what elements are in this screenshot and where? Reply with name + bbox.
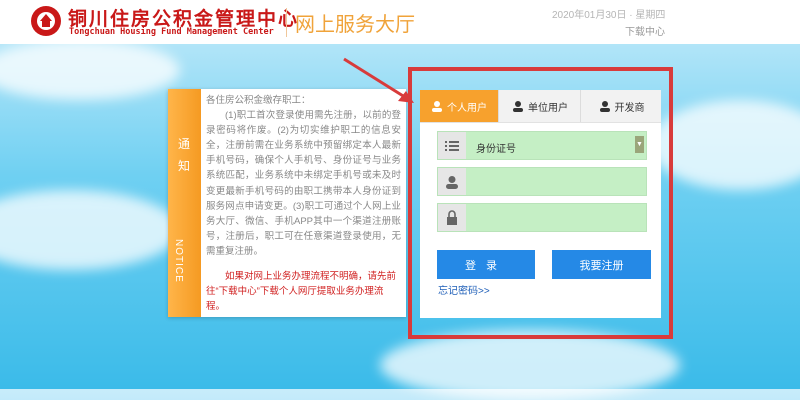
password-input[interactable]	[472, 206, 646, 230]
background-cloud	[0, 190, 180, 270]
background-cloud	[0, 40, 180, 100]
tab-label: 单位用户	[528, 102, 568, 114]
site-header: 铜川住房公积金管理中心 Tongchuan Housing Fund Manag…	[0, 0, 800, 44]
user-type-tabs: 个人用户 单位用户 开发商	[420, 90, 661, 123]
download-center-link[interactable]: 下载中心	[625, 23, 665, 38]
notice-warning: 如果对网上业务办理流程不明确，请先前往“下载中心”下载个人网厅提取业务办理流程。	[206, 271, 397, 312]
login-button[interactable]: 登录	[437, 250, 535, 279]
person-icon	[512, 100, 524, 112]
brand-name-english: Tongchuan Housing Fund Management Center	[69, 27, 274, 37]
id-type-selected: 身份证号	[476, 144, 516, 155]
notice-body: (1)职工首次登录使用需先注册，以前的登录密码将作废。(2)为切实维护职工的信息…	[206, 110, 401, 257]
notice-side-title-english: NOTICE	[173, 239, 184, 283]
login-panel: 个人用户 单位用户 开发商 身份证号 ▼ 登录 我要注册 忘记密码>>	[420, 90, 661, 318]
chevron-down-icon: ▼	[635, 136, 644, 153]
id-type-select[interactable]: 身份证号 ▼	[437, 131, 647, 160]
user-icon	[438, 168, 466, 195]
lock-icon	[438, 204, 466, 231]
password-field[interactable]	[437, 203, 647, 232]
tab-personal-user[interactable]: 个人用户	[420, 90, 498, 122]
portal-title: 网上服务大厅	[286, 8, 415, 37]
notice-panel: 通知 NOTICE 各住房公积金缴存职工： (1)职工首次登录使用需先注册，以前…	[168, 89, 406, 317]
person-icon	[599, 100, 611, 112]
username-input[interactable]	[472, 170, 646, 194]
logo-icon	[31, 6, 61, 36]
register-button[interactable]: 我要注册	[552, 250, 651, 279]
notice-side-title: 通知	[177, 137, 190, 173]
background-cloud	[380, 330, 680, 400]
username-field[interactable]	[437, 167, 647, 196]
forgot-password-link[interactable]: 忘记密码>>	[438, 282, 490, 297]
list-icon	[438, 132, 466, 159]
current-date: 2020年01月30日 · 星期四	[552, 10, 666, 21]
tab-label: 开发商	[614, 102, 645, 114]
notice-sidebar: 通知 NOTICE	[168, 89, 201, 317]
tab-company-user[interactable]: 单位用户	[498, 90, 581, 122]
tab-developer[interactable]: 开发商	[580, 90, 662, 122]
notice-content: 各住房公积金缴存职工： (1)职工首次登录使用需先注册，以前的登录密码将作废。(…	[206, 93, 401, 259]
tab-label: 个人用户	[447, 102, 487, 114]
person-icon	[431, 100, 443, 112]
